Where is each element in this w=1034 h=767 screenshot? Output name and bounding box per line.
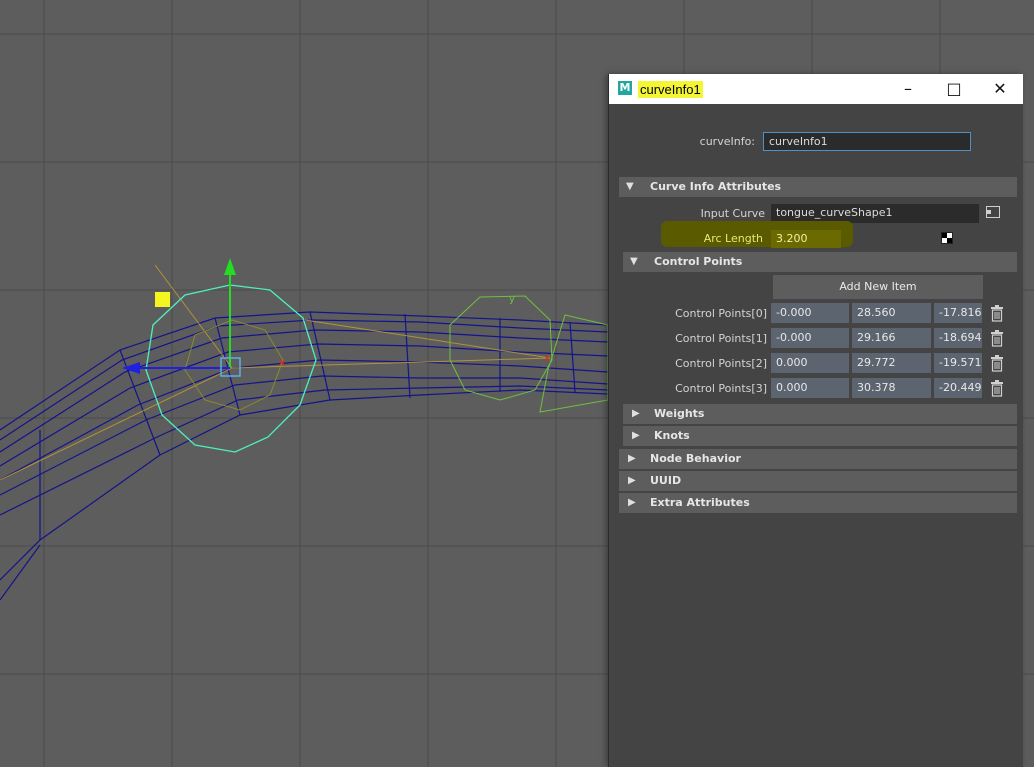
control-point-label: Control Points[1] [675, 332, 767, 345]
section-knots[interactable]: ▶ Knots [623, 426, 1017, 446]
control-point-label: Control Points[3] [675, 382, 767, 395]
expand-triangle-icon: ▶ [628, 475, 636, 486]
control-point-label: Control Points[0] [675, 307, 767, 320]
control-point-y-field[interactable]: 29.772 [852, 353, 931, 373]
trash-icon[interactable] [990, 380, 1004, 397]
expand-triangle-icon: ▶ [632, 408, 640, 419]
control-point-z-field[interactable]: -18.694 [934, 328, 982, 348]
maximize-button[interactable]: □ [931, 74, 977, 104]
control-point-z-field[interactable]: -17.816 [934, 303, 982, 323]
expand-triangle-icon: ▶ [628, 453, 636, 464]
control-point-y-field[interactable]: 30.378 [852, 378, 931, 398]
expand-triangle-icon: ▶ [628, 497, 636, 508]
window-title: curveInfo1 [638, 81, 703, 98]
trash-icon[interactable] [990, 305, 1004, 322]
title-bar[interactable]: M curveInfo1 – □ ✕ [609, 74, 1023, 104]
section-uuid[interactable]: ▶ UUID [619, 471, 1017, 491]
control-point-label: Control Points[2] [675, 357, 767, 370]
control-point-x-field[interactable]: -0.000 [771, 303, 849, 323]
add-new-item-button[interactable]: Add New Item [773, 275, 983, 299]
minimize-button[interactable]: – [885, 74, 931, 104]
node-name-label: curveInfo: [699, 135, 755, 148]
arc-length-label: Arc Length [703, 232, 763, 245]
move-y-arrow[interactable] [224, 258, 236, 275]
control-point-z-field[interactable]: -19.571 [934, 353, 982, 373]
section-extra-attributes[interactable]: ▶ Extra Attributes [619, 493, 1017, 513]
collapse-triangle-icon: ▼ [630, 256, 638, 267]
arc-length-field[interactable]: 3.200 [771, 230, 841, 248]
input-curve-label: Input Curve [700, 207, 765, 220]
section-node-behavior[interactable]: ▶ Node Behavior [619, 449, 1017, 469]
control-point-x-field[interactable]: 0.000 [771, 353, 849, 373]
curve-guides [0, 264, 551, 481]
ring-control[interactable] [449, 295, 553, 401]
axis-label-y: y [509, 294, 515, 305]
node-name-input[interactable]: curveInfo1 [763, 132, 971, 151]
control-point-y-field[interactable]: 29.166 [852, 328, 931, 348]
control-point-x-field[interactable]: -0.000 [771, 328, 849, 348]
expand-triangle-icon: ▶ [632, 430, 640, 441]
control-point-y-field[interactable]: 28.560 [852, 303, 931, 323]
collapse-triangle-icon: ▼ [626, 181, 634, 192]
axis-marker-x: ✕ [277, 356, 287, 370]
control-point-z-field[interactable]: -20.449 [934, 378, 982, 398]
attribute-editor-window: M curveInfo1 – □ ✕ curveInfo: curveInfo1… [608, 74, 1023, 767]
section-curve-info-attributes[interactable]: ▼ Curve Info Attributes [619, 177, 1017, 197]
trash-icon[interactable] [990, 355, 1004, 372]
axis-marker-x-2: ✕ [543, 354, 551, 365]
close-button[interactable]: ✕ [977, 74, 1023, 104]
selected-vertex-handle[interactable] [155, 292, 170, 307]
maya-app-icon: M [618, 81, 632, 95]
section-weights[interactable]: ▶ Weights [623, 404, 1017, 424]
checker-icon[interactable] [941, 232, 953, 244]
control-point-x-field[interactable]: 0.000 [771, 378, 849, 398]
trash-icon[interactable] [990, 330, 1004, 347]
section-control-points[interactable]: ▼ Control Points [623, 252, 1017, 272]
input-connection-icon[interactable] [986, 206, 1000, 218]
tongue-mesh-wireframe [0, 311, 609, 601]
